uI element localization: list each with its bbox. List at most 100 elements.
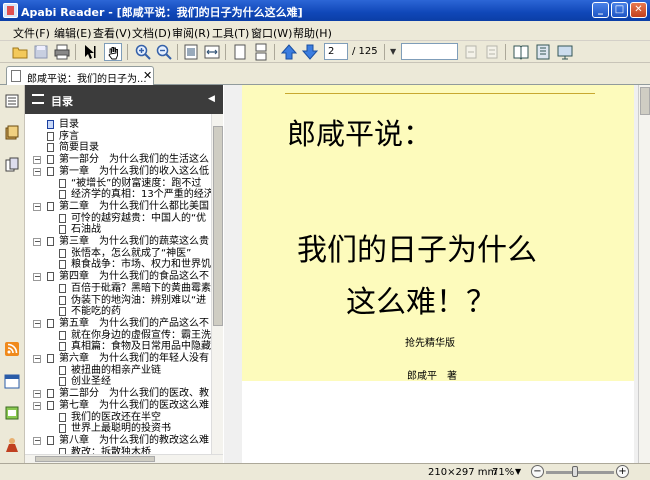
- toc-item-label: “被增长”的财富速度：跑不过: [71, 177, 202, 189]
- menu-help[interactable]: 帮助(H): [293, 25, 332, 41]
- toc-item[interactable]: − 第三章 为什么我们的蔬菜这么贵: [25, 236, 211, 248]
- document-tab[interactable]: 郎咸平说：我们的日子为... ✕: [6, 66, 154, 85]
- toc-item[interactable]: 张悟本，怎么就成了“神医”: [25, 248, 211, 260]
- zoom-slider[interactable]: [546, 471, 614, 474]
- fullscreen-icon[interactable]: [556, 43, 574, 61]
- scrollbar-thumb[interactable]: [35, 456, 155, 462]
- toc-item[interactable]: 序言: [25, 131, 211, 143]
- toc-expander[interactable]: −: [33, 273, 41, 282]
- page-number-input[interactable]: 2: [324, 43, 348, 60]
- toc-vertical-scrollbar[interactable]: [211, 114, 223, 454]
- toc-item[interactable]: − 第五章 为什么我们的产品这么不: [25, 318, 211, 330]
- toc-item[interactable]: 创业圣经: [25, 376, 211, 388]
- collapse-sidebar-icon[interactable]: ◀: [208, 94, 215, 104]
- toc-expander[interactable]: −: [33, 319, 41, 328]
- thumbnails-panel-icon[interactable]: [4, 157, 20, 173]
- zoom-in-icon[interactable]: [134, 43, 152, 61]
- toc-item[interactable]: 百倍于砒霜？黑暗下的黄曲霉素: [25, 283, 211, 295]
- bookmarks-panel-icon[interactable]: [4, 125, 20, 141]
- calendar-icon[interactable]: [4, 373, 20, 389]
- toc-item[interactable]: − 第七章 为什么我们的医改这么难: [25, 400, 211, 412]
- library-icon[interactable]: [534, 43, 552, 61]
- toc-item[interactable]: 我们的医改还在半空: [25, 412, 211, 424]
- tab-close-icon[interactable]: ✕: [143, 69, 152, 82]
- toc-item[interactable]: 经济学的真相：13个严重的经济: [25, 189, 211, 201]
- toc-item[interactable]: − 第四章 为什么我们的食品这么不: [25, 271, 211, 283]
- zoom-menu-arrow[interactable]: ▼: [515, 467, 521, 476]
- bookshelf-icon[interactable]: [512, 43, 530, 61]
- toc-item[interactable]: 粮食战争：市场、权力和世界饥: [25, 259, 211, 271]
- toc-item[interactable]: 可怜的越穷越贵：中国人的“优: [25, 213, 211, 225]
- search-input[interactable]: [401, 43, 458, 60]
- document-viewer[interactable]: 郎咸平说： 我们的日子为什么 这么难！？ 抢先精华版 郎咸平 著: [224, 85, 650, 463]
- fit-width-icon[interactable]: [203, 43, 221, 61]
- close-button[interactable]: ✕: [630, 2, 647, 18]
- viewer-vertical-scrollbar[interactable]: [638, 85, 650, 463]
- toc-item[interactable]: − 第八章 为什么我们的教改这么难: [25, 435, 211, 447]
- toc-expander[interactable]: −: [33, 355, 41, 363]
- menu-window[interactable]: 窗口(W): [251, 25, 292, 41]
- find-previous-icon[interactable]: [462, 43, 480, 61]
- zoom-out-icon[interactable]: [155, 43, 173, 61]
- next-page-icon[interactable]: [301, 43, 319, 61]
- save-icon[interactable]: [32, 43, 50, 61]
- toc-item[interactable]: 教改：拆散独木桥: [25, 447, 211, 454]
- toc-horizontal-scrollbar[interactable]: [25, 454, 223, 463]
- minimize-button[interactable]: _: [592, 2, 609, 18]
- find-next-icon[interactable]: [483, 43, 501, 61]
- page-bottom-area: [242, 381, 634, 463]
- menu-document[interactable]: 文档(D): [132, 25, 171, 41]
- toc-item[interactable]: 不能吃的药: [25, 306, 211, 318]
- menu-view[interactable]: 查看(V): [93, 25, 131, 41]
- scrollbar-thumb[interactable]: [213, 126, 223, 326]
- zoom-in-button[interactable]: +: [616, 465, 629, 478]
- menu-edit[interactable]: 编辑(E): [54, 25, 92, 41]
- toc-page-icon: [47, 237, 54, 246]
- toc-item[interactable]: − 第一章 为什么我们的收入这么低: [25, 166, 211, 178]
- toc-item[interactable]: 目录: [25, 119, 211, 131]
- menu-review[interactable]: 审阅(R): [172, 25, 210, 41]
- hand-icon[interactable]: [104, 43, 122, 61]
- toc-item[interactable]: 真相篇：食物及日常用品中隐藏: [25, 341, 211, 353]
- maximize-button[interactable]: □: [611, 2, 628, 18]
- toc-item[interactable]: − 第二部分 为什么我们的医改、教: [25, 388, 211, 400]
- toc-item[interactable]: 简要目录: [25, 142, 211, 154]
- notes-icon[interactable]: [4, 405, 20, 421]
- search-scope-dropdown[interactable]: ▼: [390, 47, 396, 56]
- single-page-icon[interactable]: [231, 43, 249, 61]
- toc-item[interactable]: 被扭曲的相亲产业链: [25, 365, 211, 377]
- toc-item-label: 就在你身边的虚假宣传：霸王洗: [71, 329, 211, 341]
- menu-tools[interactable]: 工具(T): [212, 25, 249, 41]
- toc-expander[interactable]: −: [33, 238, 41, 246]
- print-icon[interactable]: [53, 43, 71, 61]
- toc-expander[interactable]: −: [33, 156, 41, 165]
- toc-item[interactable]: − 第一部分 为什么我们的生活这么: [25, 154, 211, 166]
- toc-expander[interactable]: −: [33, 401, 41, 410]
- menu-file[interactable]: 文件(F): [13, 25, 50, 41]
- toc-expander[interactable]: −: [33, 390, 41, 399]
- toc-item[interactable]: 就在你身边的虚假宣传：霸王洗: [25, 330, 211, 342]
- select-icon[interactable]: [82, 43, 100, 61]
- fit-page-icon[interactable]: [182, 43, 200, 61]
- toc-expander[interactable]: −: [33, 436, 41, 445]
- rss-icon[interactable]: [4, 341, 20, 357]
- open-icon[interactable]: [11, 43, 29, 61]
- reader-person-icon[interactable]: [4, 437, 20, 453]
- toc-page-icon: [47, 400, 54, 410]
- toc-item[interactable]: 石油战: [25, 224, 211, 236]
- toc-expander[interactable]: −: [33, 167, 41, 176]
- scrollbar-thumb[interactable]: [640, 87, 650, 115]
- toc-panel-icon[interactable]: [4, 93, 20, 109]
- toc-item[interactable]: − 第六章 为什么我们的年轻人没有: [25, 353, 211, 365]
- toc-item[interactable]: 世界上最聪明的投资书: [25, 423, 211, 435]
- previous-page-icon[interactable]: [280, 43, 298, 61]
- toc-item-label: 石油战: [71, 224, 101, 236]
- toc-expander[interactable]: −: [33, 202, 41, 211]
- zoom-out-button[interactable]: −: [531, 465, 544, 478]
- toc-item-label: 粮食战争：市场、权力和世界饥: [71, 259, 211, 271]
- zoom-slider-thumb[interactable]: [571, 466, 578, 477]
- toc-item[interactable]: 伪装下的地沟油：辨别难以“进: [25, 295, 211, 307]
- continuous-page-icon[interactable]: [252, 43, 270, 61]
- toc-item[interactable]: − 第二章 为什么我们什么都比美国: [25, 201, 211, 213]
- toc-item[interactable]: “被增长”的财富速度：跑不过: [25, 178, 211, 190]
